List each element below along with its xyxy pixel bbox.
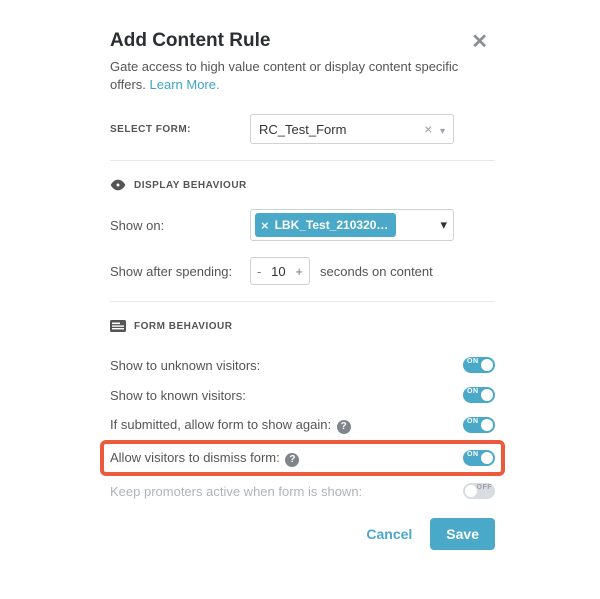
selected-tag-label: LBK_Test_210320… — [275, 218, 389, 232]
form-row-label: Show to known visitors: — [110, 388, 246, 403]
show-after-spending-row: Show after spending: - 10 + seconds on c… — [110, 257, 495, 285]
select-form-value: RC_Test_Form — [259, 122, 346, 137]
chevron-down-icon[interactable]: ▾ — [440, 217, 447, 233]
selected-tag: × LBK_Test_210320… — [255, 213, 396, 237]
toggle-knob — [465, 485, 477, 497]
toggle-label: ON — [467, 358, 479, 365]
toggle-knob — [481, 389, 493, 401]
form-icon — [110, 320, 126, 332]
select-form-row: SELECT FORM: RC_Test_Form × ▾ — [110, 114, 495, 144]
form-row-label: If submitted, allow form to show again: … — [110, 417, 351, 434]
form-behaviour-row: Keep promoters active when form is shown… — [110, 476, 495, 506]
modal-actions: Cancel Save — [110, 518, 495, 550]
modal-description: Gate access to high value content or dis… — [110, 58, 495, 94]
seconds-stepper[interactable]: - 10 + — [250, 257, 310, 285]
increment-button[interactable]: + — [295, 265, 303, 278]
add-content-rule-modal: ✕ Add Content Rule Gate access to high v… — [0, 0, 600, 570]
seconds-suffix: seconds on content — [320, 264, 433, 279]
toggle-switch[interactable]: ON — [463, 357, 495, 373]
clear-select-icon[interactable]: × — [424, 121, 432, 137]
show-on-dropdown[interactable]: × LBK_Test_210320… ▾ — [250, 209, 454, 241]
form-behaviour-row: Allow visitors to dismiss form: ? ON — [110, 445, 495, 471]
select-form-label: SELECT FORM: — [110, 124, 250, 135]
show-after-spending-label: Show after spending: — [110, 264, 250, 279]
cancel-button[interactable]: Cancel — [362, 520, 416, 548]
highlighted-row: Allow visitors to dismiss form: ? ON — [100, 440, 505, 476]
form-row-label: Allow visitors to dismiss form: ? — [110, 450, 299, 467]
modal-title: Add Content Rule — [110, 30, 495, 52]
show-on-label: Show on: — [110, 218, 250, 233]
toggle-switch[interactable]: ON — [463, 417, 495, 433]
close-icon[interactable]: ✕ — [471, 32, 488, 52]
learn-more-link[interactable]: Learn More. — [150, 77, 220, 92]
form-behaviour-row: If submitted, allow form to show again: … — [110, 410, 495, 440]
form-behaviour-title: FORM BEHAVIOUR — [134, 321, 232, 332]
remove-tag-icon[interactable]: × — [261, 218, 269, 233]
help-icon[interactable]: ? — [285, 453, 299, 467]
toggle-knob — [481, 452, 493, 464]
toggle-label: ON — [467, 451, 479, 458]
chevron-down-icon[interactable]: ▾ — [440, 126, 445, 137]
toggle-switch: OFF — [463, 483, 495, 499]
save-button[interactable]: Save — [430, 518, 495, 550]
form-behaviour-rows: Show to unknown visitors:ONShow to known… — [110, 350, 495, 506]
help-icon[interactable]: ? — [337, 420, 351, 434]
form-behaviour-header: FORM BEHAVIOUR — [110, 320, 495, 332]
toggle-label: ON — [467, 418, 479, 425]
divider — [110, 160, 495, 161]
display-behaviour-title: DISPLAY BEHAVIOUR — [134, 180, 247, 191]
display-behaviour-header: DISPLAY BEHAVIOUR — [110, 179, 495, 191]
select-form-dropdown[interactable]: RC_Test_Form × ▾ — [250, 114, 454, 144]
toggle-knob — [481, 359, 493, 371]
divider — [110, 301, 495, 302]
show-on-row: Show on: × LBK_Test_210320… ▾ — [110, 209, 495, 241]
form-behaviour-row: Show to known visitors: ON — [110, 380, 495, 410]
decrement-button[interactable]: - — [257, 265, 261, 278]
form-row-label: Show to unknown visitors: — [110, 358, 260, 373]
toggle-label: ON — [467, 388, 479, 395]
form-behaviour-row: Show to unknown visitors: ON — [110, 350, 495, 380]
eye-icon — [110, 179, 126, 191]
toggle-switch[interactable]: ON — [463, 387, 495, 403]
toggle-switch[interactable]: ON — [463, 450, 495, 466]
toggle-knob — [481, 419, 493, 431]
toggle-label: OFF — [477, 484, 493, 491]
seconds-value: 10 — [271, 264, 285, 279]
form-row-label: Keep promoters active when form is shown… — [110, 484, 362, 499]
